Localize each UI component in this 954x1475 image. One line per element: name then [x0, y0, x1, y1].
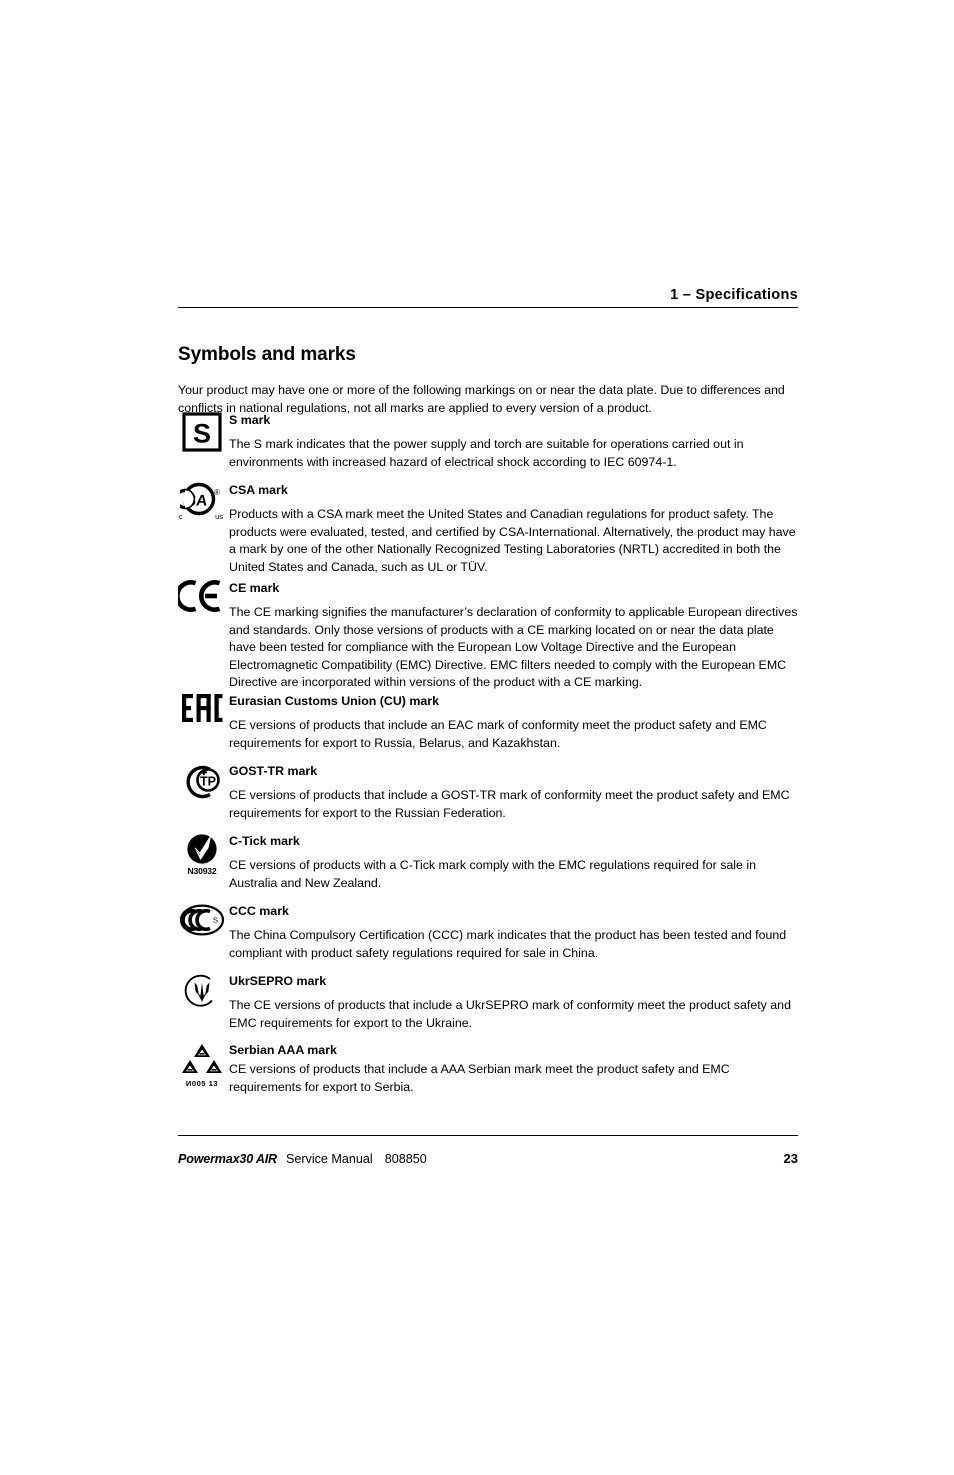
- mark-body: CCC mark The China Compulsory Certificat…: [229, 903, 798, 964]
- mark-heading: S mark: [229, 413, 271, 427]
- mark-heading: Eurasian Customs Union (CU) mark: [229, 694, 439, 708]
- document-page: 1 – Specifications Symbols and marks You…: [0, 0, 954, 1475]
- mark-entry-serbian-aaa: И005 13 Serbian AAA mark CE versions of …: [178, 1042, 798, 1098]
- ukrsepro-mark-icon: [178, 973, 226, 1011]
- s-mark-icon: S: [178, 412, 226, 452]
- mark-description: CE versions of products with a C-Tick ma…: [229, 858, 757, 890]
- mark-body: C-Tick mark CE versions of products with…: [229, 833, 798, 894]
- page-footer: Powermax30 AIR Service Manual 808850 23: [178, 1151, 798, 1166]
- csa-mark-icon: SA ® c us: [178, 482, 226, 522]
- csa-label-us: us: [215, 512, 223, 521]
- csa-sub-labels: c us: [178, 512, 226, 522]
- mark-description: The S mark indicates that the power supp…: [229, 437, 744, 469]
- mark-entry-s: S S mark The S mark indicates that the p…: [178, 412, 798, 473]
- page-header: 1 – Specifications: [178, 286, 798, 308]
- mark-heading: C-Tick mark: [229, 834, 300, 848]
- serbian-aaa-mark-icon: И005 13: [178, 1042, 226, 1089]
- mark-description: Products with a CSA mark meet the United…: [229, 507, 796, 574]
- mark-heading: Serbian AAA mark: [229, 1043, 337, 1057]
- mark-description: The China Compulsory Certification (CCC)…: [229, 928, 787, 960]
- mark-entry-ukrsepro: UkrSEPRO mark The CE versions of product…: [178, 973, 798, 1034]
- mark-heading: CSA mark: [229, 483, 288, 497]
- mark-body: Eurasian Customs Union (CU) mark CE vers…: [229, 693, 798, 754]
- mark-heading: CE mark: [229, 581, 280, 595]
- footer-document-number: 808850: [384, 1152, 427, 1166]
- mark-description: CE versions of products that include a A…: [229, 1062, 730, 1094]
- mark-body: S mark The S mark indicates that the pow…: [229, 412, 798, 473]
- mark-entry-eac: Eurasian Customs Union (CU) mark CE vers…: [178, 693, 798, 754]
- mark-entry-csa: SA ® c us CSA mark Products with a CSA m…: [178, 482, 798, 578]
- mark-body: CSA mark Products with a CSA mark meet t…: [229, 482, 798, 578]
- header-rule: [178, 307, 798, 308]
- mark-heading: UkrSEPRO mark: [229, 974, 327, 988]
- footer-page-number: 23: [783, 1151, 798, 1166]
- footer-rule: [178, 1135, 798, 1136]
- gost-tr-mark-icon: TP: [178, 763, 226, 801]
- mark-description: CE versions of products that include an …: [229, 718, 767, 750]
- footer-product-name: Powermax30 AIR: [178, 1152, 277, 1166]
- ce-mark-icon: [178, 580, 226, 612]
- footer-document-type: Service Manual: [285, 1152, 373, 1166]
- svg-text:S: S: [193, 419, 211, 449]
- mark-body: UkrSEPRO mark The CE versions of product…: [229, 973, 798, 1034]
- c-tick-caption: N30932: [187, 866, 217, 876]
- mark-body: CE mark The CE marking signifies the man…: [229, 580, 798, 694]
- page-title: Symbols and marks: [178, 343, 356, 365]
- svg-text:®: ®: [214, 488, 220, 497]
- header-chapter-title: 1 – Specifications: [670, 287, 798, 303]
- svg-text:S: S: [213, 916, 218, 925]
- mark-heading: CCC mark: [229, 904, 289, 918]
- serbian-aaa-caption: И005 13: [185, 1079, 219, 1088]
- mark-entry-ccc: S CCC mark The China Compulsory Certific…: [178, 903, 798, 964]
- mark-heading: GOST-TR mark: [229, 764, 318, 778]
- mark-body: GOST-TR mark CE versions of products tha…: [229, 763, 798, 824]
- mark-entry-c-tick: N30932 C-Tick mark CE versions of produc…: [178, 833, 798, 894]
- mark-entry-ce: CE mark The CE marking signifies the man…: [178, 580, 798, 694]
- ccc-mark-icon: S: [178, 903, 226, 937]
- csa-label-c: c: [179, 512, 183, 521]
- svg-text:TP: TP: [200, 775, 216, 789]
- mark-description: CE versions of products that include a G…: [229, 788, 790, 820]
- mark-description: The CE versions of products that include…: [229, 998, 791, 1030]
- mark-body: Serbian AAA mark CE versions of products…: [229, 1042, 798, 1098]
- eac-mark-icon: [178, 693, 226, 723]
- c-tick-mark-icon: N30932: [178, 833, 226, 876]
- mark-description: The CE marking signifies the manufacture…: [229, 605, 798, 689]
- mark-entry-gost-tr: TP GOST-TR mark CE versions of products …: [178, 763, 798, 824]
